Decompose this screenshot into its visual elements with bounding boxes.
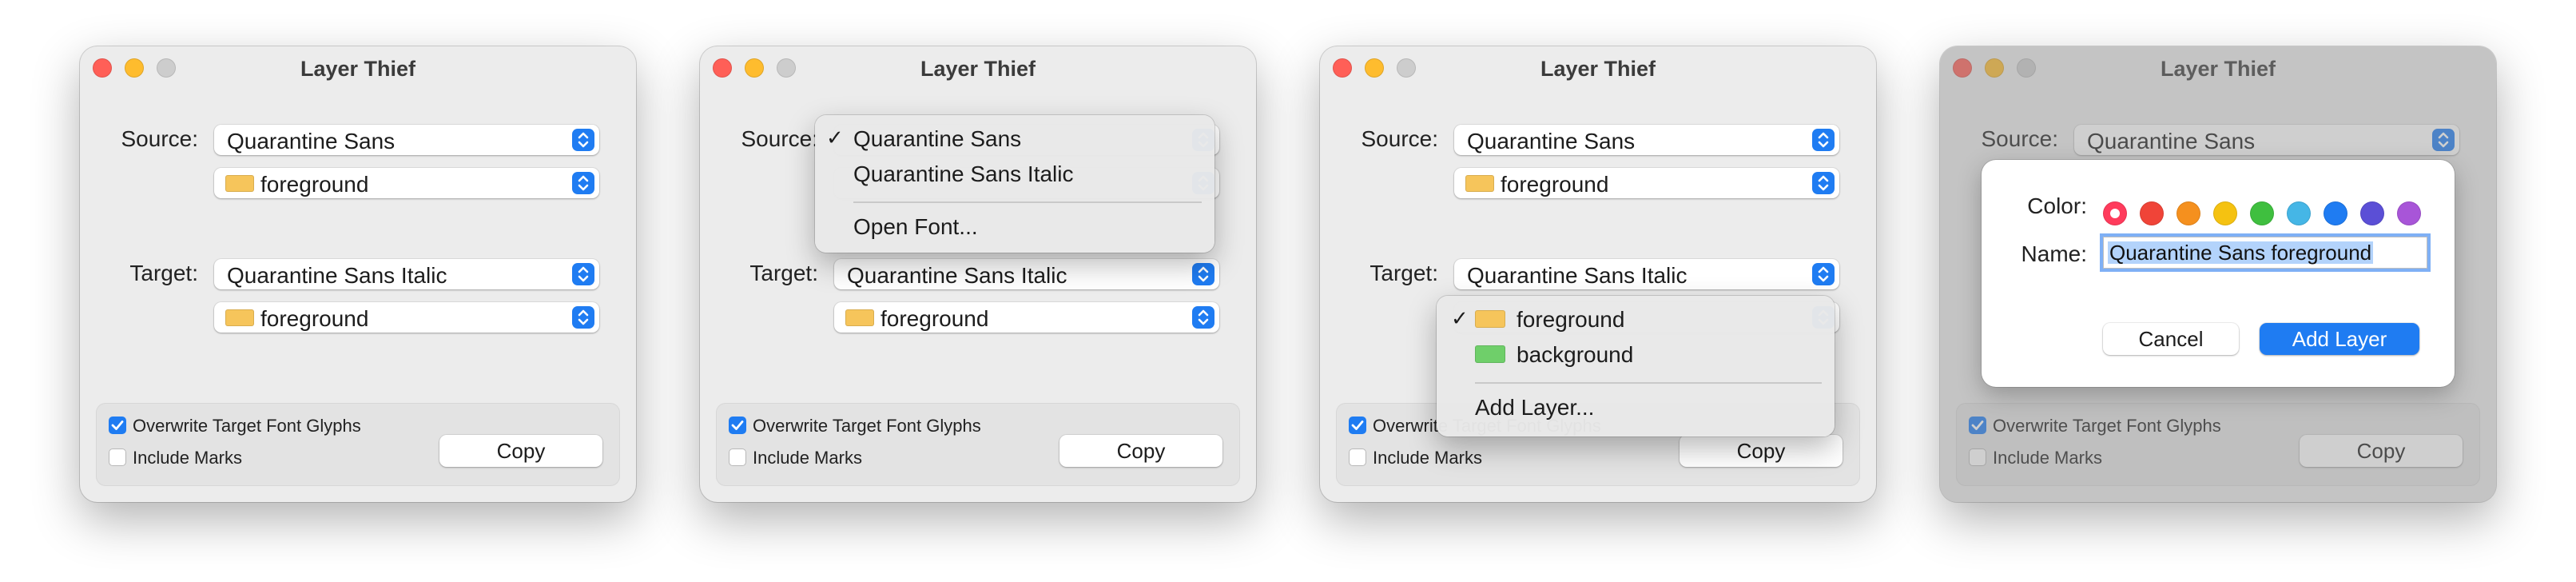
layer-color-swatch: [225, 175, 254, 192]
menu-item-quarantine-sans[interactable]: Quarantine Sans: [853, 126, 1021, 152]
include-marks-checkbox[interactable]: [729, 448, 746, 466]
title-bar: Layer Thief: [700, 46, 1256, 90]
add-layer-button[interactable]: Add Layer: [2260, 323, 2419, 355]
include-marks-label: Include Marks: [1373, 448, 1482, 468]
checkmark-icon: ✓: [826, 126, 844, 150]
target-layer-popup[interactable]: foreground: [214, 302, 599, 333]
source-font-value: Quarantine Sans: [227, 129, 396, 153]
window-title: Layer Thief: [1540, 57, 1656, 81]
layer-name-field[interactable]: Quarantine Sans foreground: [2103, 237, 2427, 269]
color-swatch-indigo[interactable]: [2360, 201, 2384, 225]
color-swatch-orange[interactable]: [2176, 201, 2200, 225]
popup-chevron-icon: [1192, 306, 1214, 329]
menu-item-foreground[interactable]: foreground: [1517, 307, 1624, 333]
color-swatch-yellow[interactable]: [2213, 201, 2237, 225]
source-layer-popup[interactable]: foreground: [1454, 168, 1839, 198]
overwrite-checkbox[interactable]: [109, 417, 126, 434]
layer-thief-window-3: Layer Thief Source: Quarantine Sans fore…: [1320, 46, 1876, 502]
menu-item-open-font[interactable]: Open Font...: [853, 214, 978, 240]
overwrite-label: Overwrite Target Font Glyphs: [753, 416, 981, 436]
color-swatch-cyan[interactable]: [2287, 201, 2311, 225]
title-bar: Layer Thief: [80, 46, 636, 90]
overwrite-label: Overwrite Target Font Glyphs: [133, 416, 361, 436]
popup-chevron-icon: [572, 172, 594, 194]
layer-thief-window-1: Layer Thief Source: Quarantine Sans fore…: [80, 46, 636, 502]
popup-chevron-icon: [572, 306, 594, 329]
source-layer-value: foreground: [1501, 172, 1609, 197]
window-title: Layer Thief: [300, 57, 416, 81]
include-marks-checkbox[interactable]: [1349, 448, 1366, 466]
menu-separator: [853, 201, 1202, 203]
title-bar: Layer Thief: [1320, 46, 1876, 90]
target-label: Target:: [749, 261, 818, 285]
target-font-value: Quarantine Sans Italic: [847, 263, 1067, 288]
overwrite-checkbox[interactable]: [1349, 417, 1366, 434]
layer-thief-window-4: Layer Thief Source: Quarantine Sans Over…: [1940, 46, 2496, 502]
source-label: Source:: [741, 126, 819, 151]
menu-item-add-layer[interactable]: Add Layer...: [1475, 395, 1594, 421]
overwrite-checkbox[interactable]: [729, 417, 746, 434]
source-font-popup[interactable]: Quarantine Sans: [1454, 125, 1839, 155]
color-swatch-purple[interactable]: [2397, 201, 2421, 225]
target-layer-menu: ✓ foreground background Add Layer...: [1437, 296, 1835, 436]
layer-color-swatch: [1475, 310, 1505, 328]
menu-separator: [1475, 382, 1822, 384]
source-layer-value: foreground: [260, 172, 369, 197]
source-font-menu: ✓ Quarantine Sans Quarantine Sans Italic…: [815, 115, 1214, 253]
copy-button[interactable]: Copy: [1059, 435, 1222, 467]
layer-color-swatch: [845, 309, 874, 326]
layer-color-swatch: [225, 309, 254, 326]
options-group: Overwrite Target Font Glyphs Include Mar…: [716, 403, 1240, 486]
source-font-value: Quarantine Sans: [1467, 129, 1636, 153]
copy-button[interactable]: Copy: [439, 435, 602, 467]
layer-color-swatch: [1475, 345, 1505, 363]
popup-chevron-icon: [1192, 263, 1214, 285]
target-label: Target:: [1369, 261, 1438, 285]
include-marks-checkbox[interactable]: [109, 448, 126, 466]
color-swatch-red-pink[interactable]: [2103, 201, 2127, 225]
layer-thief-window-2: Layer Thief Source: Target: Quarantine S…: [700, 46, 1256, 502]
layer-name-value: Quarantine Sans foreground: [2108, 241, 2374, 265]
target-layer-popup[interactable]: foreground: [834, 302, 1219, 333]
popup-chevron-icon: [1812, 129, 1835, 151]
target-font-popup[interactable]: Quarantine Sans Italic: [834, 259, 1219, 289]
color-swatch-green[interactable]: [2250, 201, 2274, 225]
menu-item-quarantine-sans-italic[interactable]: Quarantine Sans Italic: [853, 161, 1074, 187]
options-group: Overwrite Target Font Glyphs Include Mar…: [96, 403, 620, 486]
include-marks-label: Include Marks: [753, 448, 862, 468]
name-label: Name:: [2021, 241, 2087, 266]
include-marks-label: Include Marks: [133, 448, 242, 468]
popup-chevron-icon: [572, 263, 594, 285]
checkmark-icon: ✓: [1451, 307, 1469, 331]
source-font-popup[interactable]: Quarantine Sans: [214, 125, 599, 155]
target-layer-value: foreground: [260, 306, 369, 331]
source-label: Source:: [121, 126, 199, 151]
popup-chevron-icon: [1812, 172, 1835, 194]
copy-button[interactable]: Copy: [1680, 435, 1843, 467]
popup-chevron-icon: [1812, 263, 1835, 285]
popup-chevron-icon: [572, 129, 594, 151]
color-swatch-red[interactable]: [2140, 201, 2164, 225]
selected-indicator: [2110, 209, 2120, 218]
target-font-popup[interactable]: Quarantine Sans Italic: [1454, 259, 1839, 289]
target-font-popup[interactable]: Quarantine Sans Italic: [214, 259, 599, 289]
source-layer-popup[interactable]: foreground: [214, 168, 599, 198]
window-title: Layer Thief: [920, 57, 1036, 81]
color-swatch-blue[interactable]: [2324, 201, 2347, 225]
target-font-value: Quarantine Sans Italic: [1467, 263, 1688, 288]
layer-color-swatch: [1465, 175, 1494, 192]
color-label: Color:: [2027, 193, 2087, 218]
target-font-value: Quarantine Sans Italic: [227, 263, 447, 288]
source-label: Source:: [1361, 126, 1439, 151]
cancel-button[interactable]: Cancel: [2103, 323, 2239, 355]
menu-item-background[interactable]: background: [1517, 342, 1633, 368]
target-layer-value: foreground: [881, 306, 989, 331]
target-label: Target:: [129, 261, 198, 285]
add-layer-sheet: Color: Name: Quarantine Sans foreground …: [1982, 160, 2455, 387]
